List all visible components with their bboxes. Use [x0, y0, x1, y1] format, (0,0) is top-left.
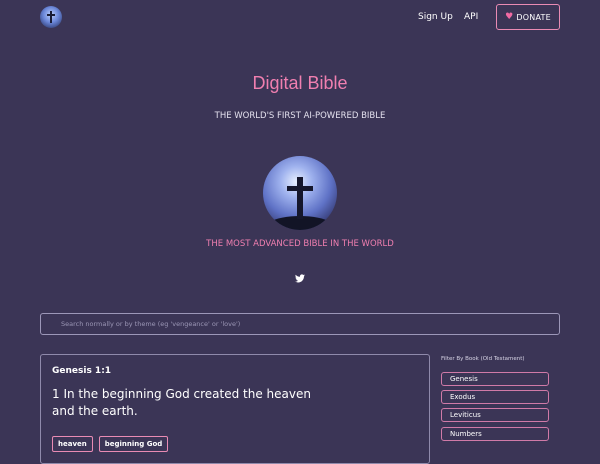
- tagline: THE MOST ADVANCED BIBLE IN THE WORLD: [206, 239, 394, 249]
- filter-label: Filter By Book (Old Testament): [441, 356, 525, 362]
- verse-text: 1 In the beginning God created the heave…: [52, 387, 311, 418]
- api-link[interactable]: API: [464, 12, 478, 22]
- nav-logo[interactable]: [40, 6, 62, 28]
- verse-reference[interactable]: Genesis 1:1: [52, 366, 111, 376]
- book-filter-leviticus[interactable]: Leviticus: [441, 408, 549, 422]
- page-title: Digital Bible: [252, 73, 348, 93]
- book-filter-genesis[interactable]: Genesis: [441, 372, 549, 386]
- heart-icon: ♥: [505, 12, 514, 22]
- cross-on-hill-image: [263, 156, 337, 230]
- book-filter-numbers[interactable]: Numbers: [441, 427, 549, 441]
- page-subtitle: THE WORLD'S FIRST AI-POWERED BIBLE: [214, 111, 386, 121]
- book-filter-exodus[interactable]: Exodus: [441, 390, 549, 404]
- search-input[interactable]: [40, 313, 560, 335]
- twitter-icon[interactable]: [295, 268, 305, 287]
- donate-button[interactable]: ♥ DONATE: [496, 4, 560, 30]
- donate-label: DONATE: [516, 12, 551, 22]
- verse-card: Genesis 1:1 1 In the beginning God creat…: [40, 354, 430, 464]
- signup-link[interactable]: Sign Up: [418, 12, 453, 22]
- cross-icon: [47, 11, 55, 23]
